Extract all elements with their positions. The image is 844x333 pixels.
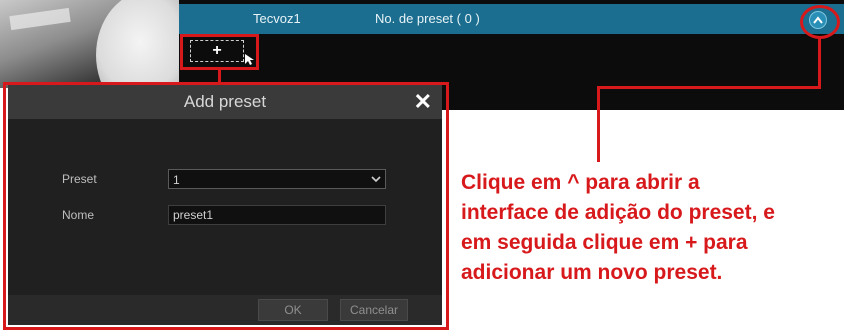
instruction-annotation: Clique em ^ para abrir a interface de ad…: [461, 168, 844, 288]
camera-preview: [0, 0, 179, 88]
expand-highlight-circle: [800, 5, 840, 39]
preset-count: No. de preset ( 0 ): [375, 11, 480, 26]
callout-connector: [597, 86, 821, 89]
camera-preview-ceiling: [9, 7, 71, 31]
dialog-highlight-box: [3, 82, 449, 330]
preset-panel-header: Tecvoz1 No. de preset ( 0 ): [179, 4, 844, 34]
camera-preview-lamp: [96, 0, 179, 88]
callout-connector: [818, 38, 821, 88]
annotation-line: adicionar um novo preset.: [461, 261, 723, 284]
callout-connector: [597, 86, 600, 162]
channel-name: Tecvoz1: [253, 11, 301, 26]
annotation-line: em seguida clique em + para: [461, 231, 748, 254]
plus-highlight-box: [180, 34, 259, 70]
callout-connector: [218, 69, 221, 83]
annotation-line: Clique em ^ para abrir a: [461, 171, 700, 194]
annotation-line: interface de adição do preset, e: [461, 201, 775, 224]
